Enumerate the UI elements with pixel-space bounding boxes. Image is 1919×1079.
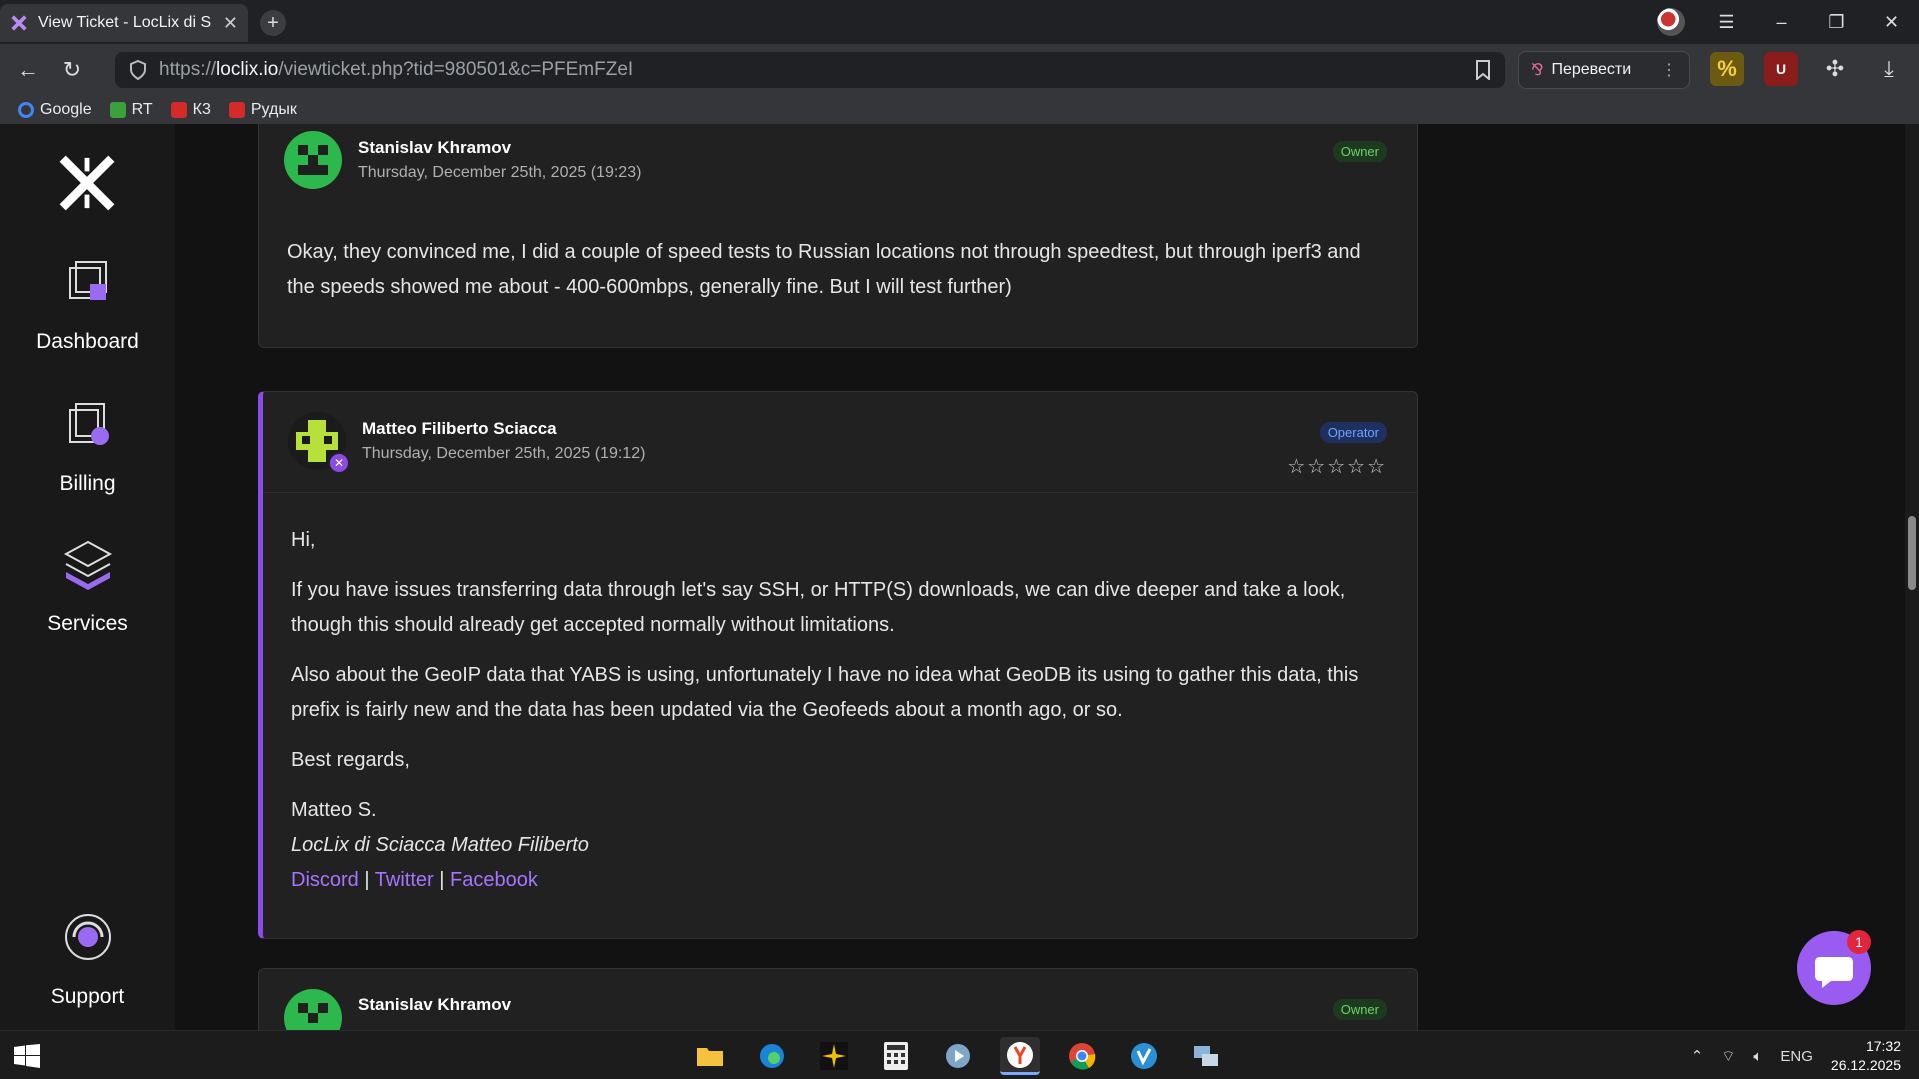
sidebar-item-services[interactable]: Services (0, 536, 175, 636)
chat-unread-badge: 1 (1847, 930, 1871, 954)
profile-avatar[interactable] (1657, 8, 1685, 36)
edge-icon[interactable] (752, 1037, 792, 1075)
close-tab-icon[interactable]: ✕ (223, 13, 238, 34)
reply-card: Stanislav Khramov Thursday, December 25t… (258, 124, 1418, 348)
sidebar-item-dashboard[interactable]: Dashboard (0, 254, 175, 354)
puzzle-icon[interactable]: ✣ (1818, 52, 1852, 86)
owner-badge: Owner (1332, 141, 1387, 162)
shield-icon[interactable] (129, 60, 147, 80)
tab-title: View Ticket - LocLix di S (38, 14, 212, 31)
system-tray: ⌃ ⌔ 🔈︎ ENG 17:32 26.12.2025 (1691, 1037, 1901, 1075)
vpn-app-icon[interactable] (1124, 1037, 1164, 1075)
operator-badge: Operator (1319, 422, 1387, 443)
url-text[interactable]: https://loclix.io/viewticket.php?tid=980… (159, 59, 1463, 81)
support-icon (64, 914, 111, 960)
remote-desktop-icon[interactable] (1186, 1037, 1226, 1075)
rating-stars[interactable]: ☆☆☆☆☆ (1287, 454, 1387, 479)
social-links: Discord | Twitter | Facebook (291, 869, 538, 891)
services-icon (63, 540, 112, 590)
author-name: Stanislav Khramov (358, 995, 512, 1014)
windows-taskbar: ⌃ ⌔ 🔈︎ ENG 17:32 26.12.2025 (0, 1030, 1919, 1079)
billing-icon (68, 403, 109, 445)
bookmark-rudyk[interactable]: Рудык (228, 101, 297, 119)
network-icon[interactable]: ⌔ (1721, 1047, 1735, 1066)
loclix-favicon (11, 15, 27, 31)
translate-icon: ⅋ (1531, 62, 1544, 79)
youtube-icon (228, 102, 245, 118)
close-window-icon[interactable]: ✕ (1864, 12, 1919, 33)
ublock-icon[interactable]: U (1764, 52, 1798, 86)
scrollbar-thumb[interactable] (1908, 516, 1916, 590)
loclix-logo[interactable] (58, 154, 116, 212)
bookmark-rt[interactable]: RT (109, 101, 153, 119)
media-player-icon[interactable] (938, 1037, 978, 1075)
file-explorer-icon[interactable] (690, 1037, 730, 1075)
browser-toolbar: ← ↻ https://loclix.io/viewticket.php?tid… (0, 44, 1919, 96)
dashboard-icon (68, 261, 107, 300)
reply-body: Okay, they convinced me, I did a couple … (287, 241, 1361, 298)
google-icon (18, 102, 34, 118)
reply-body: Hi, If you have issues transferring data… (263, 493, 1417, 928)
avatar: ✕ (288, 412, 350, 474)
language-indicator[interactable]: ENG (1780, 1048, 1813, 1065)
reply-header: Stanislav Khramov Thursday, December 25t… (259, 124, 1417, 209)
owner-badge: Owner (1332, 999, 1387, 1020)
clock[interactable]: 17:32 26.12.2025 (1831, 1037, 1901, 1075)
reply-card: ✕ Matteo Filiberto Sciacca Thursday, Dec… (258, 391, 1418, 939)
sidebar-item-billing[interactable]: Billing (0, 396, 175, 496)
starburst-app-icon[interactable] (814, 1037, 854, 1075)
reply-date: Thursday, December 25th, 2025 (19:12) (362, 445, 646, 462)
restore-icon[interactable]: ❐ (1809, 12, 1864, 33)
reply-date: Thursday, December 25th, 2025 (19:23) (358, 164, 642, 181)
discount-extension-icon[interactable]: % (1710, 52, 1744, 86)
chevron-up-icon[interactable]: ⌃ (1691, 1047, 1704, 1065)
taskbar-apps (690, 1037, 1226, 1075)
k3-icon (170, 102, 187, 118)
app-sidebar: Dashboard Billing Services Support (0, 124, 175, 1030)
bookmark-k3[interactable]: К3 (170, 101, 211, 119)
more-icon[interactable]: ⋮ (1661, 60, 1677, 80)
reply-header: ✕ Matteo Filiberto Sciacca Thursday, Dec… (263, 392, 1417, 492)
twitter-link[interactable]: Twitter (375, 869, 434, 891)
avatar (284, 989, 342, 1030)
new-tab-button[interactable]: + (260, 10, 286, 36)
reply-card: Stanislav Khramov Owner (258, 968, 1418, 1030)
bookmarks-bar: Google RT К3 Рудык (0, 96, 1919, 124)
page-scrollbar[interactable] (1905, 124, 1919, 1030)
discord-link[interactable]: Discord (291, 869, 359, 891)
sidebar-item-support[interactable]: Support (0, 909, 175, 1009)
extensions-area: % U ✣ ⤓ (1710, 52, 1906, 86)
reply-header: Stanislav Khramov Owner (259, 969, 1417, 1030)
avatar (284, 131, 342, 189)
author-name: Matteo Filiberto Sciacca (362, 419, 557, 438)
facebook-link[interactable]: Facebook (450, 869, 538, 891)
reload-icon[interactable]: ↻ (50, 57, 94, 83)
address-bar[interactable]: https://loclix.io/viewticket.php?tid=980… (115, 52, 1505, 88)
browser-tab[interactable]: View Ticket - LocLix di S ✕ (0, 4, 248, 42)
window-controls: ☰ – ❐ ✕ (1657, 0, 1919, 44)
browser-tabbar: View Ticket - LocLix di S ✕ + ☰ – ❐ ✕ (0, 0, 1919, 44)
calculator-icon[interactable] (876, 1037, 916, 1075)
volume-icon[interactable]: 🔈︎ (1753, 1048, 1762, 1065)
menu-icon[interactable]: ☰ (1699, 12, 1754, 33)
windows-start-icon[interactable] (14, 1044, 40, 1068)
chrome-icon[interactable] (1062, 1037, 1102, 1075)
loclix-staff-icon: ✕ (328, 452, 350, 474)
ticket-replies: Stanislav Khramov Thursday, December 25t… (175, 124, 1905, 1030)
back-icon[interactable]: ← (6, 57, 50, 83)
rt-icon (109, 102, 126, 118)
download-icon[interactable]: ⤓ (1872, 52, 1906, 86)
bookmark-icon[interactable] (1475, 60, 1491, 80)
yandex-browser-icon[interactable] (1000, 1037, 1040, 1075)
minimize-icon[interactable]: – (1754, 12, 1809, 33)
translate-button[interactable]: ⅋ Перевести ⋮ (1518, 51, 1690, 89)
author-name: Stanislav Khramov (358, 138, 512, 157)
bookmark-google[interactable]: Google (18, 101, 92, 119)
